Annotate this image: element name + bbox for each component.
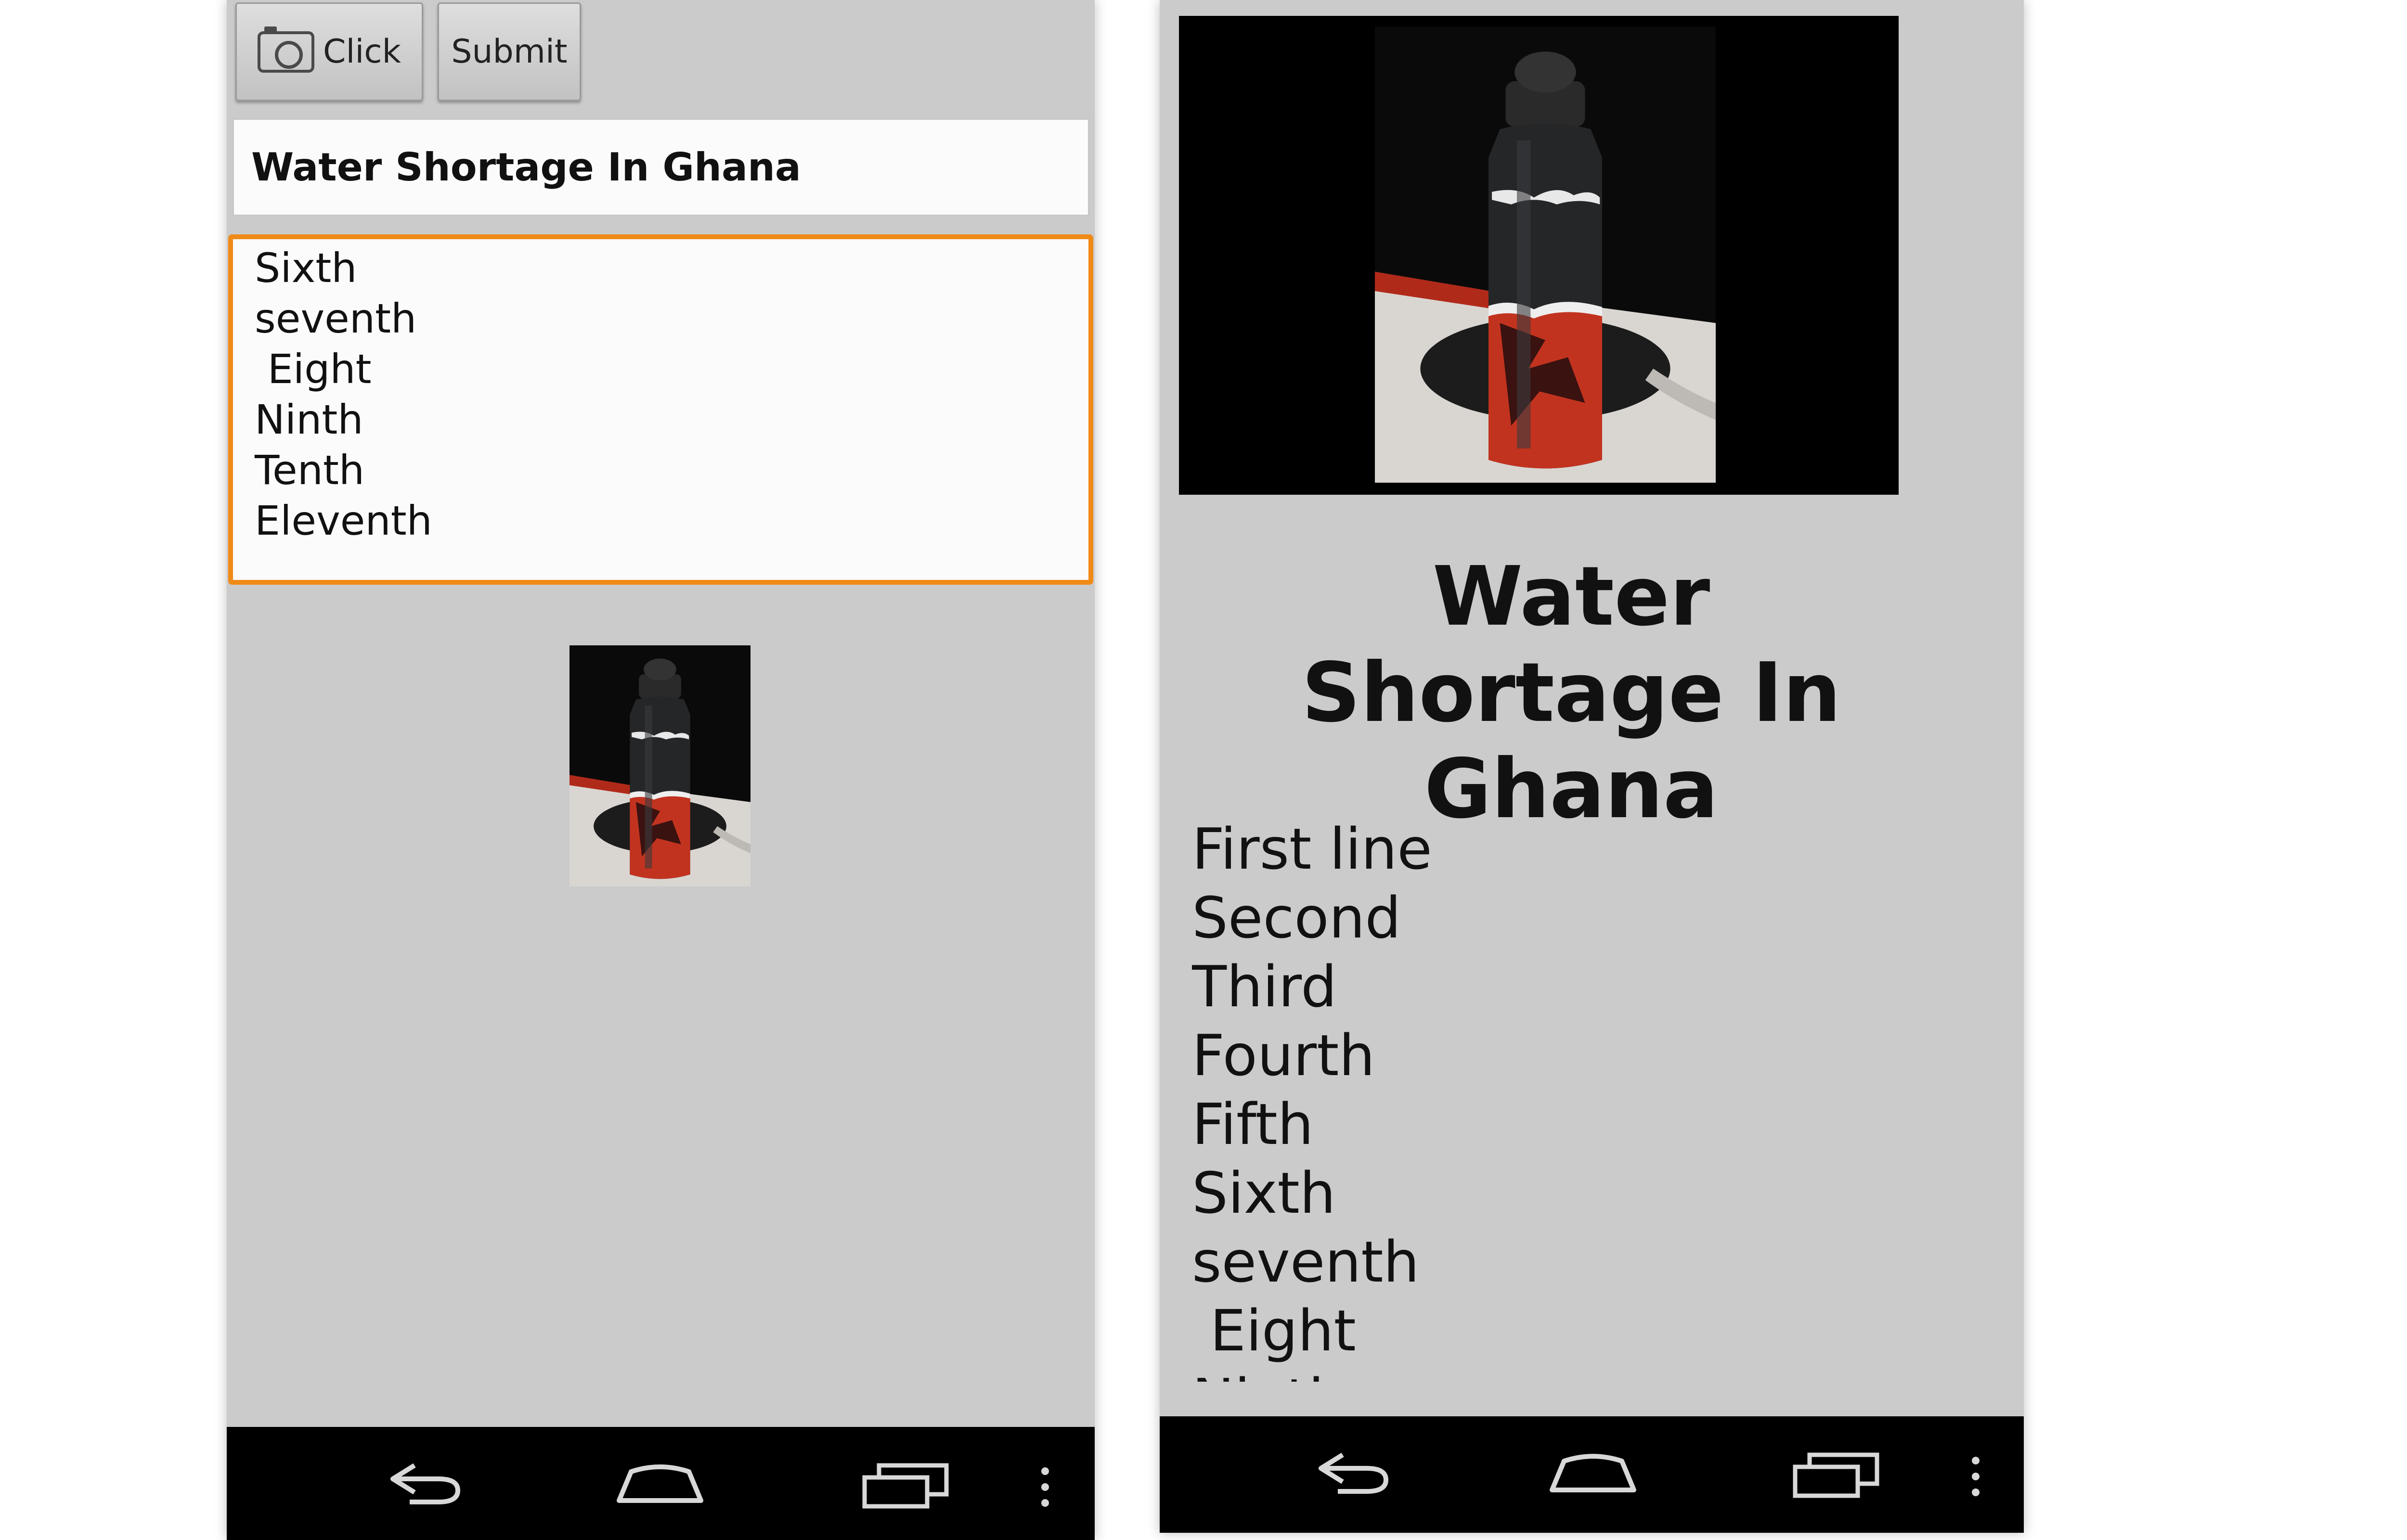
menu-icon[interactable] [1040, 1465, 1050, 1509]
recent-apps-icon[interactable] [860, 1458, 951, 1511]
preview-line: Second [1192, 885, 1401, 951]
back-icon[interactable] [381, 1456, 467, 1509]
preview-line: seventh [1192, 1229, 1420, 1295]
preview-line: Eight [1192, 1297, 1356, 1364]
body-line: Ninth [255, 396, 363, 443]
body-line: Fifth [255, 239, 432, 243]
body-line: Tenth [255, 447, 365, 494]
preview-line: Fifth [1192, 1091, 1314, 1157]
preview-line: Sixth [1192, 1160, 1336, 1226]
preview-title: Water Shortage In Ghana [1301, 549, 1841, 837]
home-icon[interactable] [612, 1460, 708, 1508]
body-line: Eight [255, 346, 372, 393]
body-line: seventh [255, 295, 417, 342]
preview-line: Fourth [1192, 1022, 1375, 1089]
preview-body: First line Second Third Fourth Fifth Six… [1192, 815, 1866, 1382]
system-navbar [1160, 1416, 2024, 1533]
preview-line: Ninth [1192, 1365, 1866, 1382]
preview-body-lines: First line Second Third Fourth Fifth Six… [1192, 815, 1866, 1382]
title-input-value: Water Shortage In Ghana [251, 145, 801, 190]
preview-line: Third [1192, 953, 1337, 1020]
recent-apps-icon[interactable] [1790, 1448, 1882, 1501]
click-button-label: Click [323, 33, 401, 71]
click-camera-button[interactable]: Click [235, 2, 423, 101]
preview-screen: Water Shortage In Ghana First line Secon… [1160, 0, 2024, 1533]
preview-line: First line [1192, 816, 1432, 882]
body-text-lines: Fifth Sixth seventh Eight Ninth Tenth El… [255, 239, 432, 546]
editor-screen: Click Submit Water Shortage In Ghana Fif… [227, 0, 1095, 1540]
preview-photo [1375, 26, 1716, 483]
body-line: Eleventh [255, 497, 432, 544]
body-textarea[interactable]: Fifth Sixth seventh Eight Ninth Tenth El… [228, 234, 1093, 585]
preview-image-frame [1179, 16, 1899, 495]
submit-button[interactable]: Submit [438, 2, 581, 101]
body-line: Sixth [255, 244, 357, 292]
submit-button-label: Submit [451, 33, 568, 71]
photo-thumbnail[interactable] [569, 645, 751, 886]
system-navbar [227, 1427, 1095, 1540]
menu-icon[interactable] [1971, 1455, 1980, 1498]
back-icon[interactable] [1309, 1445, 1396, 1498]
title-input[interactable]: Water Shortage In Ghana [232, 118, 1090, 217]
home-icon[interactable] [1545, 1449, 1641, 1497]
camera-icon [257, 26, 314, 73]
